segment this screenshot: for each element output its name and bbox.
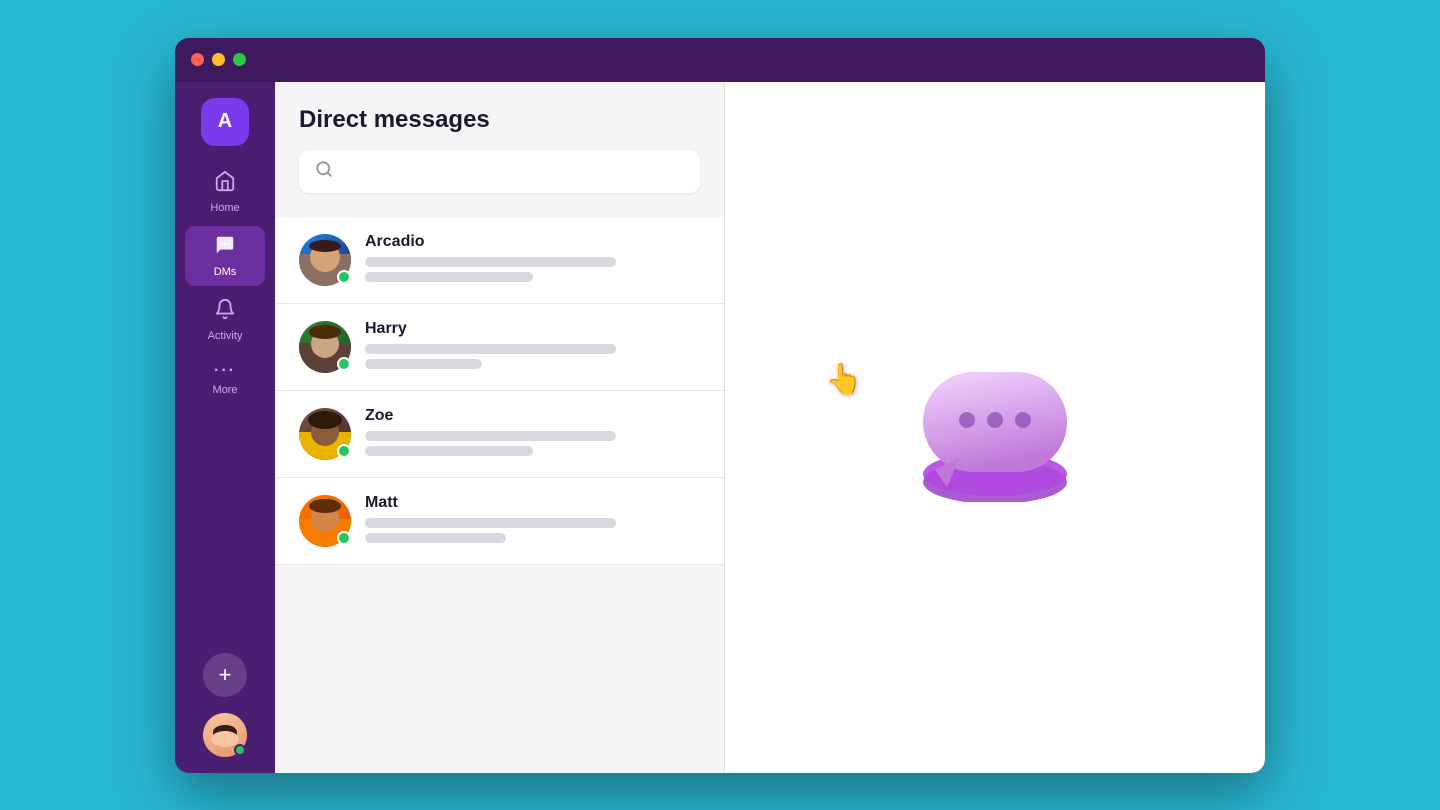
sidebar-item-more[interactable]: ··· More: [185, 354, 265, 404]
cursor-icon: 👆: [825, 362, 862, 397]
preview-line-1: [365, 518, 616, 528]
dm-list: Arcadio: [275, 209, 724, 773]
preview-line-2: [365, 446, 533, 456]
user-avatar-initial[interactable]: A: [201, 98, 249, 146]
contact-info-arcadio: Arcadio: [365, 233, 700, 287]
contact-status-harry: [337, 357, 351, 371]
main-content: A Home: [175, 82, 1265, 773]
contact-avatar-arcadio: [299, 234, 351, 286]
sidebar-item-dms[interactable]: DMs: [185, 226, 265, 286]
contact-name: Harry: [365, 320, 700, 338]
sidebar-home-label: Home: [210, 202, 239, 214]
list-item[interactable]: Zoe: [275, 391, 724, 478]
sidebar-item-home[interactable]: Home: [185, 162, 265, 222]
home-icon: [214, 170, 236, 198]
preview-line-2: [365, 359, 482, 369]
search-input[interactable]: [343, 163, 684, 180]
more-icon: ···: [214, 362, 236, 380]
app-window: A Home: [175, 38, 1265, 773]
current-user-status-dot: [234, 744, 246, 756]
title-bar: [175, 38, 1265, 82]
preview-line-1: [365, 431, 616, 441]
contact-status-zoe: [337, 444, 351, 458]
preview-line-2: [365, 272, 533, 282]
chat-bubble-svg: [905, 352, 1085, 502]
contact-status-matt: [337, 531, 351, 545]
sidebar-bottom: +: [203, 653, 247, 757]
contact-avatar-matt: [299, 495, 351, 547]
sidebar-activity-label: Activity: [208, 330, 243, 342]
preview-line-1: [365, 257, 616, 267]
search-bar[interactable]: [299, 150, 700, 193]
sidebar: A Home: [175, 82, 275, 773]
preview-line-2: [365, 533, 506, 543]
right-panel: 👆: [725, 82, 1265, 773]
close-button[interactable]: [191, 53, 204, 66]
sidebar-item-activity[interactable]: Activity: [185, 290, 265, 350]
current-user-avatar[interactable]: [203, 713, 247, 757]
contact-avatar-harry: [299, 321, 351, 373]
minimize-button[interactable]: [212, 53, 225, 66]
contact-avatar-zoe: [299, 408, 351, 460]
contact-name: Arcadio: [365, 233, 700, 251]
contact-name: Matt: [365, 494, 700, 512]
search-icon: [315, 160, 333, 183]
activity-icon: [214, 298, 236, 326]
sidebar-more-label: More: [212, 384, 237, 396]
dm-panel: Direct messages: [275, 82, 725, 773]
contact-info-harry: Harry: [365, 320, 700, 374]
sidebar-dms-label: DMs: [214, 266, 237, 278]
contact-info-matt: Matt: [365, 494, 700, 548]
dms-icon: [214, 234, 236, 262]
add-button[interactable]: +: [203, 653, 247, 697]
contact-info-zoe: Zoe: [365, 407, 700, 461]
empty-state-illustration: [905, 352, 1085, 502]
list-item[interactable]: Harry: [275, 304, 724, 391]
list-item[interactable]: Matt: [275, 478, 724, 565]
dm-panel-title: Direct messages: [299, 106, 700, 134]
dm-header: Direct messages: [275, 82, 724, 209]
preview-line-1: [365, 344, 616, 354]
list-item[interactable]: Arcadio: [275, 217, 724, 304]
contact-status-arcadio: [337, 270, 351, 284]
contact-name: Zoe: [365, 407, 700, 425]
maximize-button[interactable]: [233, 53, 246, 66]
